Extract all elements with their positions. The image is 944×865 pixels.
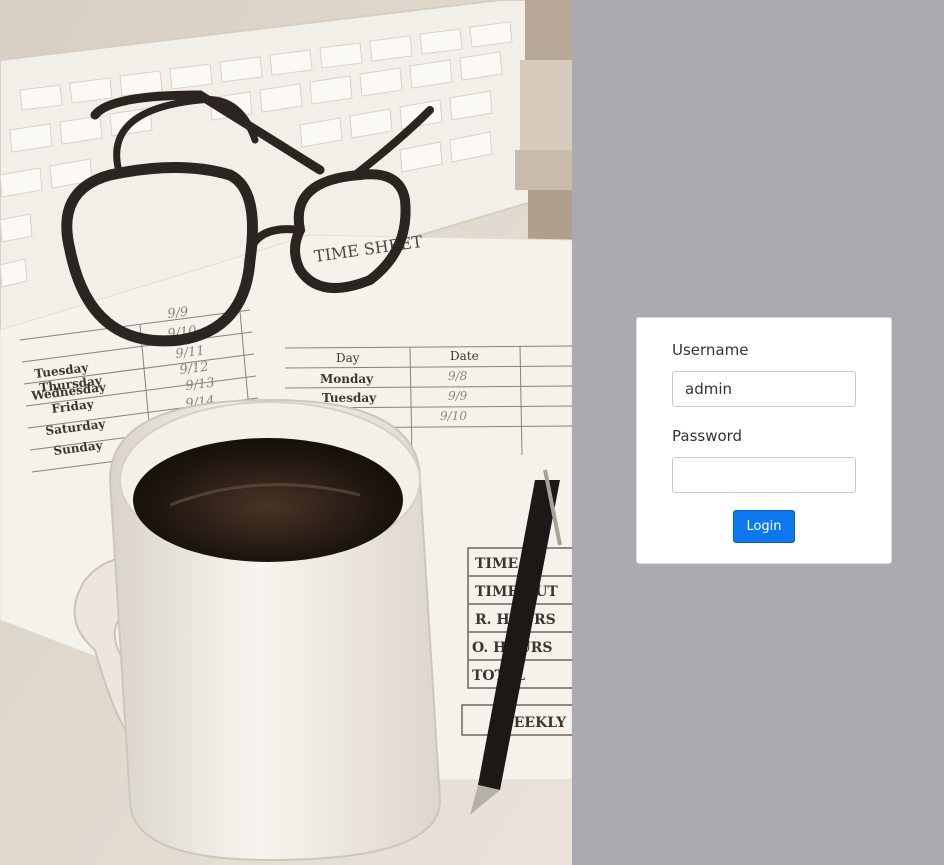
login-page: TIME SHEET Tuesday Wednesday Thursday Fr… [0, 0, 944, 865]
summary-time: TIME [475, 556, 518, 572]
username-label: Username [672, 341, 749, 359]
table-date-1: 9/9 [448, 389, 468, 403]
password-label: Password [672, 427, 743, 445]
date-left-0: 9/9 [167, 305, 190, 322]
login-card: Username Password Login [636, 317, 892, 564]
table-date-2: 9/10 [440, 409, 467, 423]
table-header-day: Day [336, 351, 360, 365]
table-day-monday: Monday [320, 372, 374, 386]
password-input[interactable] [672, 457, 856, 493]
desk-photo-illustration: TIME SHEET Tuesday Wednesday Thursday Fr… [0, 0, 572, 865]
coffee-mug [73, 398, 442, 862]
username-input[interactable] [672, 371, 856, 407]
table-header-date: Date [450, 349, 479, 363]
table-date-0: 9/8 [448, 369, 468, 383]
table-day-tuesday: Tuesday [322, 391, 377, 405]
background-photo: TIME SHEET Tuesday Wednesday Thursday Fr… [0, 0, 572, 865]
login-button[interactable]: Login [733, 510, 795, 543]
